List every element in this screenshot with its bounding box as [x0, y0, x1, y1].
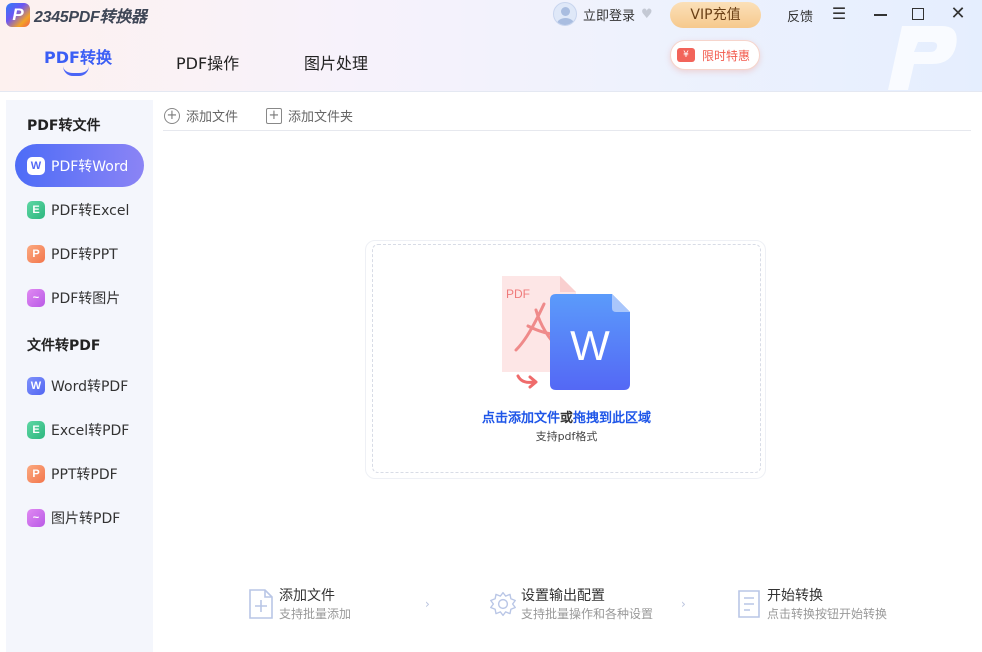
add-folder-button[interactable]: + 添加文件夹 [266, 106, 353, 125]
vip-recharge-button[interactable]: VIP充值 [670, 2, 761, 28]
brand-watermark-icon [884, 20, 964, 91]
sidebar-section-file-to-pdf: 文件转PDF [27, 338, 101, 354]
promo-label: 限时特惠 [702, 48, 751, 63]
sidebar-item-label: PDF转Word [51, 158, 129, 175]
click-add-file-link[interactable]: 点击添加文件 [482, 411, 560, 426]
step-title: 开始转换 [767, 588, 823, 604]
active-tab-indicator [63, 66, 89, 76]
tab-pdf-convert[interactable]: PDF转换 [44, 44, 112, 68]
drop-zone-hint[interactable]: 点击添加文件或拖拽到此区域 [372, 407, 761, 426]
word-icon: W [27, 376, 45, 395]
sidebar-item-pdf-to-ppt[interactable]: P PDF转PPT [15, 232, 144, 275]
sidebar-item-pdf-to-image[interactable]: ~ PDF转图片 [15, 276, 144, 319]
step-output-settings: 设置输出配置 支持批量操作和各种设置 [489, 588, 653, 623]
step-title: 设置输出配置 [521, 588, 605, 604]
pdf-to-word-illustration-icon: PDF W [502, 276, 630, 390]
word-icon: W [27, 156, 45, 175]
chevron-right-icon: › [681, 597, 686, 611]
ppt-icon: P [27, 464, 45, 483]
plus-circle-icon: + [164, 107, 180, 124]
feedback-button[interactable]: 反馈 [787, 6, 813, 25]
step-desc: 支持批量操作和各种设置 [521, 607, 654, 621]
sidebar-item-label: PPT转PDF [51, 466, 118, 483]
ppt-icon: P [27, 244, 45, 263]
sidebar-item-label: PDF转图片 [51, 290, 121, 307]
close-icon[interactable]: ✕ [944, 2, 972, 26]
maximize-icon[interactable] [904, 2, 932, 26]
step-desc: 支持批量添加 [279, 607, 352, 621]
sidebar-item-label: PDF转PPT [51, 246, 118, 263]
member-gem-icon: ♥ [641, 6, 653, 22]
sidebar: PDF转文件 W PDF转Word E PDF转Excel P PDF转PPT … [6, 100, 153, 652]
supported-format-text: 支持pdf格式 [535, 430, 598, 443]
file-toolbar: + 添加文件 + 添加文件夹 [163, 100, 971, 131]
drop-or-text: 或 [559, 411, 573, 426]
tab-pdf-operations[interactable]: PDF操作 [176, 50, 239, 74]
step-title: 添加文件 [279, 588, 335, 604]
avatar-icon [553, 2, 577, 26]
login-label: 立即登录 [583, 8, 636, 24]
sidebar-item-label: Word转PDF [51, 378, 129, 395]
coupon-icon: ¥ [677, 48, 695, 62]
illus-pdf-label: PDF [506, 287, 530, 301]
app-logo: P 2345PDF转换器 [6, 3, 147, 27]
add-file-button[interactable]: + 添加文件 [164, 106, 238, 125]
title-bar: P 2345PDF转换器 立即登录 ♥ VIP充值 反馈 ☰ ✕ PDF转换 P… [0, 0, 982, 92]
step-start-convert: 开始转换 点击转换按钮开始转换 [735, 588, 887, 623]
sidebar-item-label: PDF转Excel [51, 202, 130, 219]
sidebar-item-label: 图片转PDF [51, 510, 121, 527]
add-folder-label: 添加文件夹 [288, 110, 354, 125]
login-button[interactable]: 立即登录 ♥ [553, 2, 653, 26]
step-add-file: 添加文件 支持批量添加 [247, 588, 351, 623]
sidebar-section-pdf-to-file: PDF转文件 [27, 118, 101, 134]
step-desc: 点击转换按钮开始转换 [767, 607, 888, 621]
sidebar-item-label: Excel转PDF [51, 422, 130, 439]
app-title: 2345PDF转换器 [34, 9, 147, 26]
drag-here-text: 拖拽到此区域 [573, 411, 652, 426]
minimize-icon[interactable] [866, 2, 894, 26]
sidebar-item-word-to-pdf[interactable]: W Word转PDF [15, 364, 144, 407]
gear-icon [490, 591, 516, 617]
app-logo-icon: P [6, 3, 30, 27]
sidebar-item-excel-to-pdf[interactable]: E Excel转PDF [15, 408, 144, 451]
excel-icon: E [27, 420, 45, 439]
excel-icon: E [27, 200, 45, 219]
plus-square-icon: + [266, 107, 282, 124]
sidebar-item-image-to-pdf[interactable]: ~ 图片转PDF [15, 496, 144, 539]
image-icon: ~ [27, 508, 45, 527]
document-list-icon [738, 590, 760, 618]
add-file-label: 添加文件 [186, 110, 239, 125]
image-icon: ~ [27, 288, 45, 307]
tab-image-processing[interactable]: 图片处理 [304, 50, 368, 74]
menu-icon[interactable]: ☰ [825, 2, 853, 26]
illus-word-glyph: W [570, 322, 610, 369]
sidebar-item-ppt-to-pdf[interactable]: P PPT转PDF [15, 452, 144, 495]
add-file-step-icon [249, 589, 273, 619]
chevron-right-icon: › [425, 597, 430, 611]
promo-button[interactable]: ¥ 限时特惠 [670, 40, 760, 70]
sidebar-item-pdf-to-word[interactable]: W PDF转Word [15, 144, 144, 187]
sidebar-item-pdf-to-excel[interactable]: E PDF转Excel [15, 188, 144, 231]
